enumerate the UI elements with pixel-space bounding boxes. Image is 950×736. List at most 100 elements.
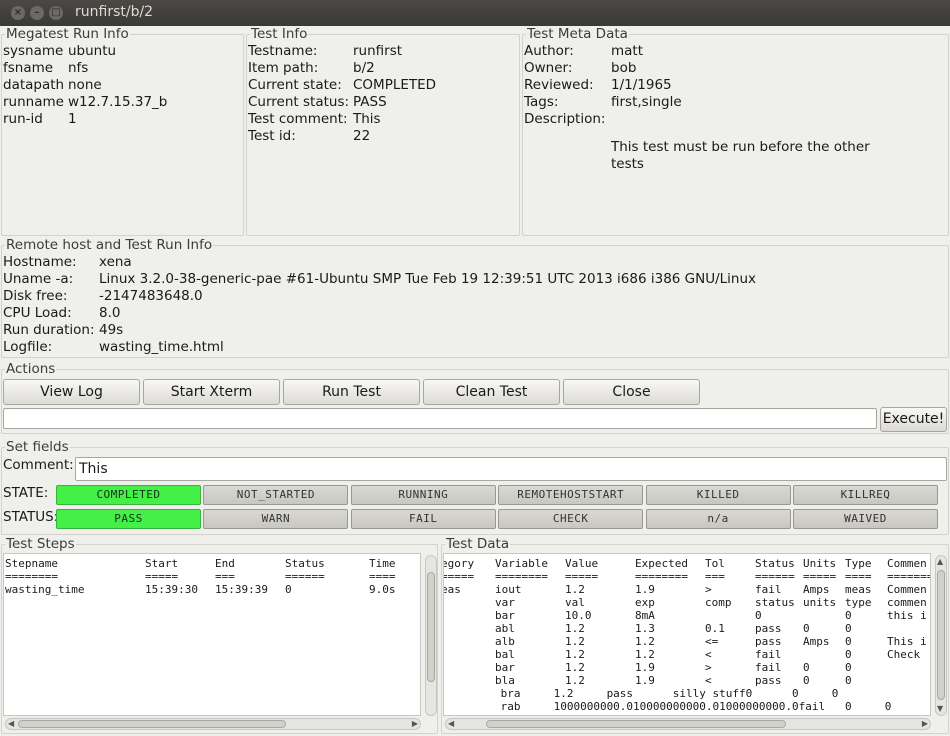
table-cell: Commen (887, 583, 927, 596)
scroll-thumb[interactable] (486, 720, 786, 728)
table-cell: ===== (803, 570, 837, 583)
table-row: bla 1.2 1.9 < pass 0 0 (444, 674, 930, 687)
state-button[interactable]: KILLREQ (793, 485, 938, 505)
minimize-window-icon[interactable]: – (30, 6, 44, 20)
field-value: This (353, 111, 381, 127)
scroll-thumb[interactable] (937, 570, 945, 700)
table-cell: 1.9 (635, 661, 655, 674)
command-input[interactable] (3, 408, 877, 429)
table-cell: 1.2 (635, 635, 655, 648)
run-test-button[interactable]: Run Test (283, 379, 420, 405)
field-value: w12.7.15.37_b (68, 94, 168, 110)
table-cell: 0 (285, 583, 292, 596)
table-cell: 0 (845, 648, 852, 661)
test-data-vscrollbar[interactable]: ▲ ▼ (935, 555, 947, 716)
status-button[interactable]: CHECK (498, 509, 644, 529)
panel-label: Test Info (250, 26, 309, 42)
table-cell: fail (755, 661, 782, 674)
table-cell: Tol (705, 557, 725, 570)
field-label: Hostname: (3, 254, 77, 270)
scroll-left-icon[interactable]: ◀ (448, 719, 454, 729)
test-data-panel: Test Data egory Variable Value Expected Tol S… (441, 536, 949, 734)
table-cell: 1.9 (635, 674, 655, 687)
table-cell: bla (495, 674, 515, 687)
field-label: sysname (3, 43, 64, 59)
table-row: bra 1.2 pass silly stuff0 0 0 (443, 687, 839, 700)
table-cell: 0 (845, 635, 852, 648)
maximize-window-icon[interactable]: □ (49, 6, 63, 20)
test-meta-data-panel: Test Meta Data Author: matt Owner: bob Revie… (522, 26, 949, 236)
table-cell: 1.2 (635, 648, 655, 661)
table-cell: Units (803, 557, 837, 570)
table-cell: ====== (755, 570, 795, 583)
state-button[interactable]: KILLED (645, 485, 791, 505)
start-xterm-button[interactable]: Start Xterm (143, 379, 280, 405)
test-info-panel: Test Info Testname: runfirst Item path: b/2… (246, 26, 520, 236)
table-cell: exp (635, 596, 655, 609)
table-cell: ======== (495, 570, 548, 583)
table-cell: pass (755, 635, 782, 648)
table-row: bar 1.2 1.9 > fail 0 0 (444, 661, 930, 674)
scroll-down-icon[interactable]: ▼ (937, 704, 943, 714)
table-cell: 1.2 (565, 622, 585, 635)
status-button[interactable]: WARN (203, 509, 349, 529)
test-steps-panel: Test Steps Stepname Start End Status Time ===… (1, 536, 438, 734)
scroll-up-icon[interactable]: ▲ (937, 557, 943, 567)
status-button[interactable]: PASS (56, 509, 201, 529)
field-label: Test comment: (248, 111, 348, 127)
panel-label: Test Steps (5, 536, 76, 552)
table-cell: 1.2 (565, 661, 585, 674)
scroll-right-icon[interactable]: ▶ (922, 719, 928, 729)
state-button[interactable]: RUNNING (350, 485, 496, 505)
table-cell: abl (495, 622, 515, 635)
table-cell: units (803, 596, 837, 609)
table-cell: Type (845, 557, 872, 570)
panel-label: Megatest Run Info (5, 26, 130, 42)
description-text-line1: This test must be run before the other (611, 139, 870, 155)
status-button[interactable]: n/a (645, 509, 791, 529)
view-log-button[interactable]: View Log (3, 379, 140, 405)
clean-test-button[interactable]: Clean Test (423, 379, 560, 405)
scroll-thumb[interactable] (427, 572, 435, 682)
table-row: var val exp comp status units type commen (444, 596, 930, 609)
close-button[interactable]: Close (563, 379, 700, 405)
field-label: Description: (524, 111, 606, 127)
table-cell: type (845, 596, 872, 609)
comment-input[interactable]: This (75, 457, 947, 481)
field-label: Owner: (524, 60, 573, 76)
status-button[interactable]: FAIL (350, 509, 496, 529)
table-cell: Stepname (5, 557, 58, 570)
field-label: Uname -a: (3, 271, 74, 287)
table-cell: 1.3 (635, 622, 655, 635)
test-steps-vscrollbar[interactable] (425, 555, 437, 716)
field-value: xena (99, 254, 132, 270)
scroll-thumb[interactable] (18, 720, 286, 728)
scroll-right-icon[interactable]: ▶ (412, 719, 418, 729)
table-cell: Amps (803, 635, 830, 648)
table-cell: > (705, 661, 712, 674)
table-cell: Commen (887, 557, 927, 570)
state-button[interactable]: COMPLETED (56, 485, 201, 505)
table-cell: === (705, 570, 725, 583)
table-cell: ======= (887, 570, 931, 583)
table-cell: fail (755, 648, 782, 661)
field-value: 1/1/1965 (611, 77, 672, 93)
status-label: STATUS: (3, 509, 59, 525)
state-button[interactable]: REMOTEHOSTSTART (498, 485, 644, 505)
field-value: first,single (611, 94, 682, 110)
table-cell: 0.1 (705, 622, 725, 635)
test-steps-hscrollbar[interactable]: ◀ ▶ (5, 718, 421, 730)
scroll-left-icon[interactable]: ◀ (8, 719, 14, 729)
execute-button[interactable]: Execute! (880, 407, 947, 432)
test-data-hscrollbar[interactable]: ◀ ▶ (445, 718, 931, 730)
table-cell: Time (369, 557, 396, 570)
table-cell: Check (887, 648, 921, 661)
close-window-icon[interactable]: × (11, 6, 25, 20)
status-button[interactable]: WAIVED (793, 509, 938, 529)
table-cell: eas (444, 583, 461, 596)
window-title: runfirst/b/2 (75, 4, 154, 20)
state-button[interactable]: NOT_STARTED (203, 485, 349, 505)
table-cell: meas (845, 583, 872, 596)
table-header-underline: ===== ======== ===== ======== === ====== =====… (444, 570, 930, 583)
table-cell: bal (495, 648, 515, 661)
